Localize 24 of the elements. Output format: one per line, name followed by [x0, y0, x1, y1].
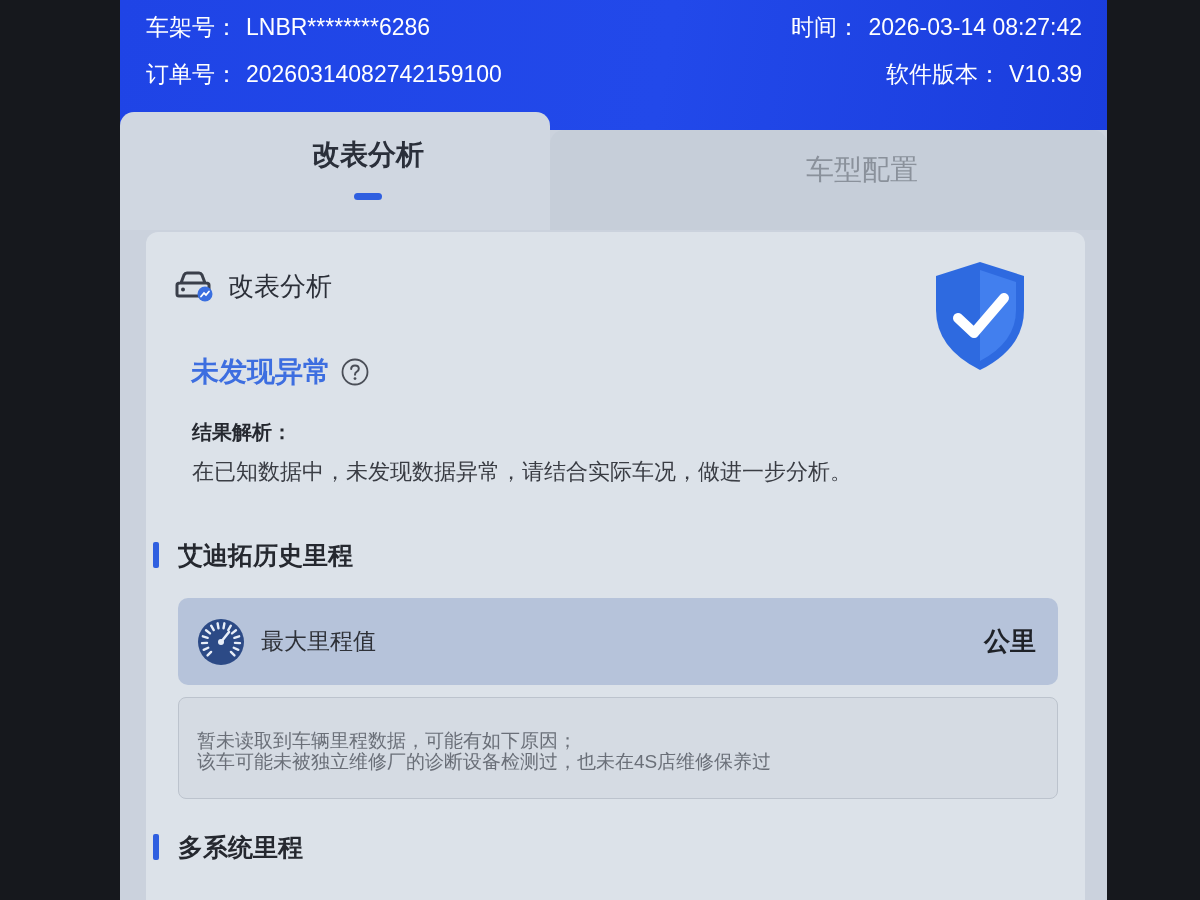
help-icon[interactable] — [341, 358, 369, 386]
result-label: 结果解析： — [192, 420, 292, 445]
field-value: 2026-03-14 08:27:42 — [868, 13, 1082, 41]
accent-bar — [153, 834, 159, 860]
section-heading: 艾迪拓历史里程 — [178, 540, 353, 571]
field-value: 20260314082742159100 — [246, 60, 502, 88]
card-title: 改表分析 — [228, 270, 332, 303]
field-value: V10.39 — [1009, 60, 1082, 88]
row-value: 公里 — [984, 625, 1036, 658]
accent-bar — [153, 542, 159, 568]
note-text: 暂未读取到车辆里程数据，可能有如下原因； — [197, 730, 577, 751]
note-text: 该车可能未被独立维修厂的诊断设备检测过，也未在4S店维修保养过 — [197, 751, 772, 772]
row-label: 最大里程值 — [261, 627, 376, 656]
car-icon — [173, 270, 213, 302]
section-heading: 多系统里程 — [178, 832, 303, 863]
tab[interactable]: 改表分析 — [120, 112, 550, 230]
status-text: 未发现异常 — [191, 355, 331, 389]
gauge-icon — [198, 618, 244, 665]
field-value: LNBR********6286 — [246, 13, 431, 41]
field-label: 订单号： — [146, 59, 238, 89]
result-text: 在已知数据中，未发现数据异常，请结合实际车况，做进一步分析。 — [192, 458, 852, 486]
field-label: 软件版本： — [886, 59, 1002, 89]
field-label: 车架号： — [146, 12, 238, 42]
field-label: 时间： — [791, 12, 861, 42]
